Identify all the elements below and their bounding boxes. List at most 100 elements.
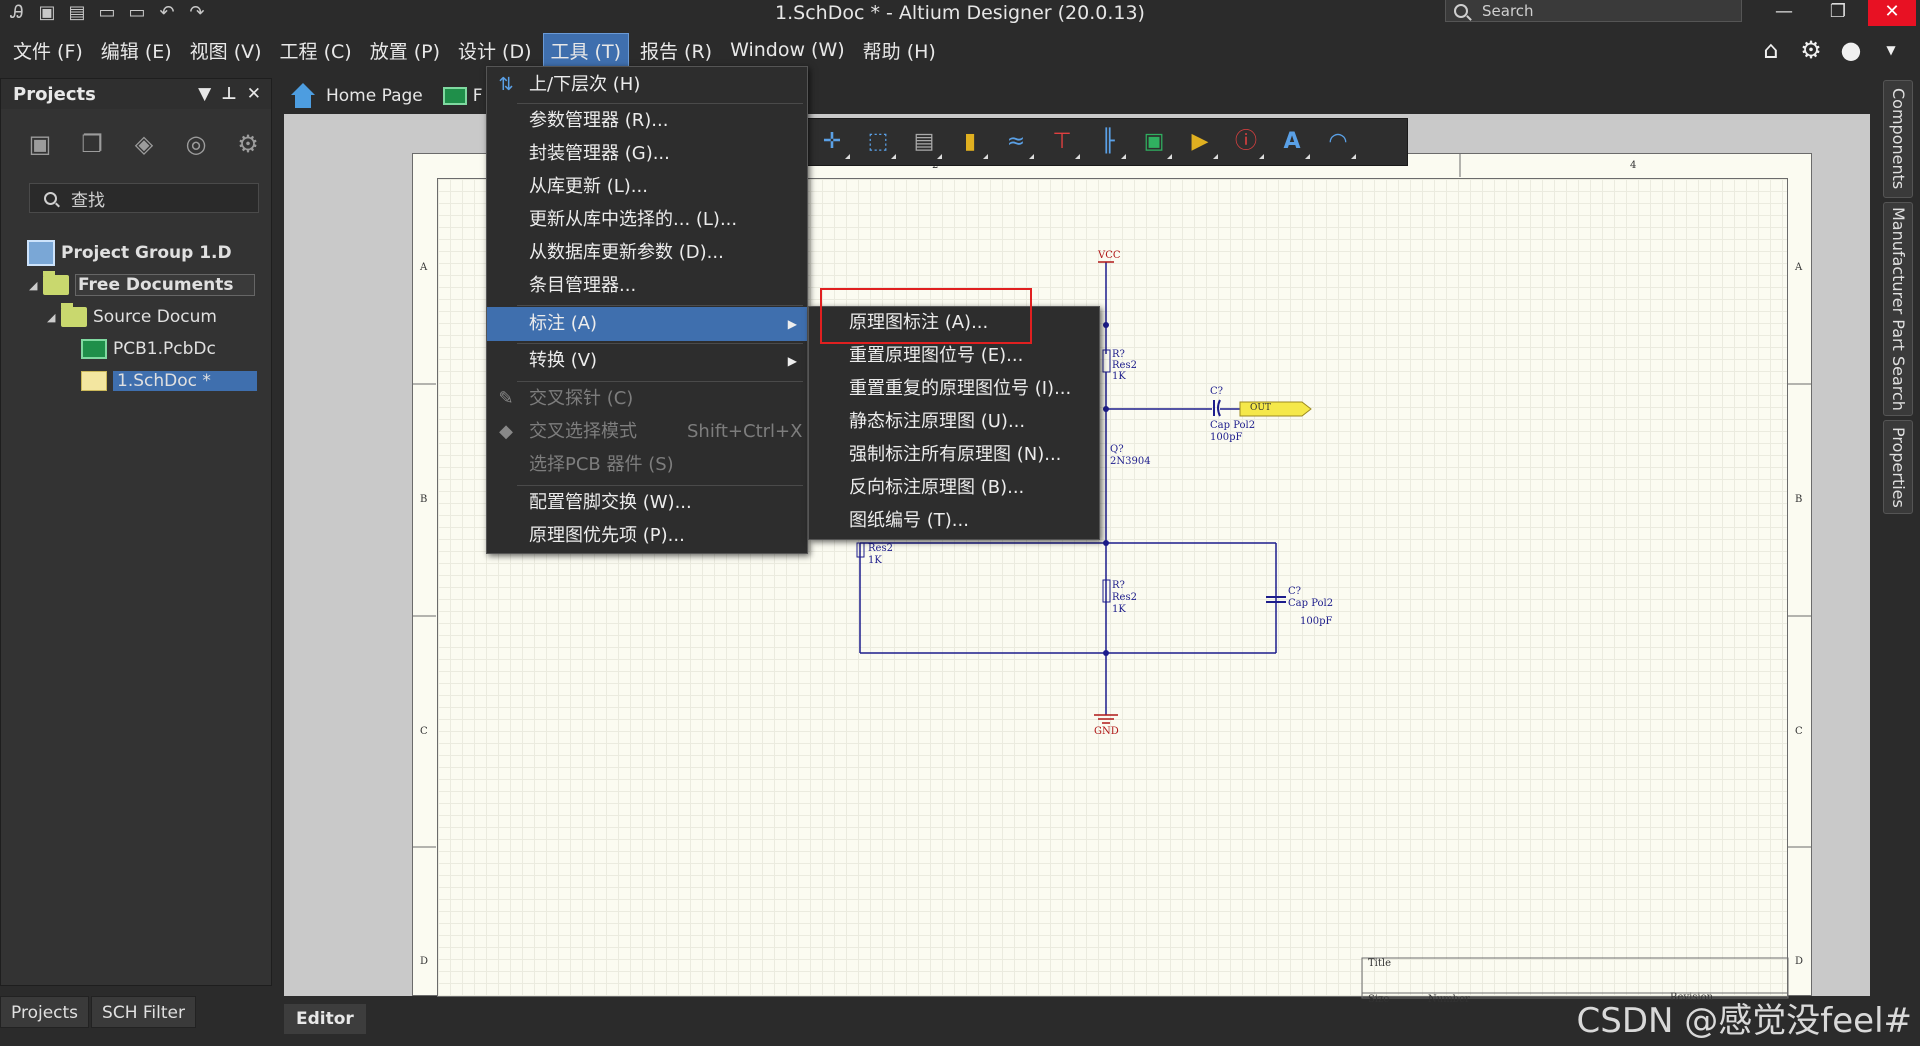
active-bar-toolbar: ✛ ⬚ ▤ ▮ ≈ ⊤ ╟ ▣ ▶ ⓘ A ◠ xyxy=(806,118,1408,166)
menu-item-back-annotate[interactable]: 反向标注原理图 (B)... xyxy=(809,472,1099,504)
watermark: CSDN @感觉没feel# xyxy=(1576,1001,1912,1041)
menu-separator xyxy=(517,485,803,486)
menu-item-annotate-quietly[interactable]: 静态标注原理图 (U)... xyxy=(809,406,1099,438)
designator-icon[interactable]: ▶ xyxy=(1181,123,1219,161)
menu-item-shortcut: Shift+Ctrl+X xyxy=(687,421,803,442)
title-block-title: Title xyxy=(1368,958,1392,969)
menu-item-label: 重置重复的原理图位号 (I)... xyxy=(849,378,1072,399)
menu-item-annotation[interactable]: 标注 (A) ▶ xyxy=(487,307,807,341)
sheet-symbol-icon[interactable]: ▣ xyxy=(1135,123,1173,161)
menu-separator xyxy=(517,381,803,382)
r2-value: Res2 xyxy=(1112,592,1137,603)
menu-item-label: 条目管理器... xyxy=(529,275,637,296)
power-port-icon[interactable]: ⊤ xyxy=(1043,123,1081,161)
menu-item-reset-duplicate-designators[interactable]: 重置重复的原理图位号 (I)... xyxy=(809,373,1099,405)
menu-item-label: 从数据库更新参数 (D)... xyxy=(529,242,724,263)
c1-value: Cap Pol2 xyxy=(1210,420,1256,431)
red-highlight-box xyxy=(820,288,1032,344)
menu-item-label: 参数管理器 (R)... xyxy=(529,110,669,131)
q1-value: 2N3904 xyxy=(1110,456,1151,467)
menu-item-number-sheets[interactable]: 图纸编号 (T)... xyxy=(809,505,1099,537)
menu-item-reset-designators[interactable]: 重置原理图位号 (E)... xyxy=(809,340,1099,372)
zone-right-c: C xyxy=(1795,726,1803,737)
tab-editor[interactable]: Editor xyxy=(284,1004,366,1034)
tab-manufacturer-part-search[interactable]: Manufacturer Part Search xyxy=(1883,202,1913,416)
place-part-icon[interactable]: ▮ xyxy=(951,123,989,161)
menu-item-convert[interactable]: 转换 (V) ▶ xyxy=(487,345,807,377)
menu-item-configure-pin-swapping[interactable]: 配置管脚交换 (W)... xyxy=(487,487,807,519)
menu-item-update-selected-from-library[interactable]: 更新从库中选择的... (L)... xyxy=(487,204,807,236)
menu-item-item-manager[interactable]: 条目管理器... xyxy=(487,270,807,302)
capacitor-c1-plate[interactable] xyxy=(1217,399,1221,417)
menu-item-label: 重置原理图位号 (E)... xyxy=(849,345,1024,366)
menu-separator xyxy=(517,103,803,104)
menu-item-label: 配置管脚交换 (W)... xyxy=(529,492,692,513)
zone-right-a: A xyxy=(1795,262,1803,273)
menu-item-parameter-manager[interactable]: 参数管理器 (R)... xyxy=(487,105,807,137)
tools-dropdown-menu: ⇅ 上/下层次 (H) 参数管理器 (R)... 封装管理器 (G)... 从库… xyxy=(486,66,808,554)
menu-item-label: 上/下层次 (H) xyxy=(529,74,641,95)
menu-item-hierarchy[interactable]: ⇅ 上/下层次 (H) xyxy=(487,69,807,101)
menu-item-label: 选择PCB 器件 (S) xyxy=(529,454,674,475)
menu-separator xyxy=(517,343,803,344)
select-icon[interactable]: ⬚ xyxy=(859,123,897,161)
menu-item-update-params-from-db[interactable]: 从数据库更新参数 (D)... xyxy=(487,237,807,269)
menu-item-label: 原理图优先项 (P)... xyxy=(529,525,685,546)
menu-item-label: 封装管理器 (G)... xyxy=(529,143,670,164)
menu-item-select-pcb-components[interactable]: 选择PCB 器件 (S) xyxy=(487,449,807,481)
junction xyxy=(1103,540,1109,546)
zone-left-c: C xyxy=(420,726,428,737)
title-block xyxy=(1361,957,1789,999)
menu-item-footprint-manager[interactable]: 封装管理器 (G)... xyxy=(487,138,807,170)
vcc-label: VCC xyxy=(1098,250,1121,261)
out-label: OUT xyxy=(1250,403,1271,413)
r1-resistance: 1K xyxy=(1112,371,1126,382)
q1-ref: Q? xyxy=(1110,444,1124,455)
junction xyxy=(1103,650,1109,656)
r2-resistance: 1K xyxy=(1112,604,1126,615)
zone-top-4: 4 xyxy=(1630,160,1637,171)
r3-value: Res2 xyxy=(868,543,893,554)
harness-icon[interactable]: ╟ xyxy=(1089,123,1127,161)
r1-value: Res2 xyxy=(1112,360,1137,371)
r3-resistance: 1K xyxy=(868,555,882,566)
arc-icon[interactable]: ◠ xyxy=(1319,123,1357,161)
tab-properties[interactable]: Properties xyxy=(1883,420,1913,514)
menu-separator xyxy=(517,305,803,306)
submenu-arrow-icon: ▶ xyxy=(787,354,797,368)
menu-item-label: 更新从库中选择的... (L)... xyxy=(529,209,738,230)
submenu-arrow-icon: ▶ xyxy=(787,317,797,331)
r2-ref: R? xyxy=(1112,580,1125,591)
c2-capacitance: 100pF xyxy=(1300,616,1333,627)
menu-item-label: 强制标注所有原理图 (N)... xyxy=(849,444,1062,465)
menu-item-label: 静态标注原理图 (U)... xyxy=(849,411,1026,432)
zone-right-b: B xyxy=(1795,494,1803,505)
r1-ref: R? xyxy=(1112,349,1125,360)
wire-icon[interactable]: ≈ xyxy=(997,123,1035,161)
move-icon[interactable]: ✛ xyxy=(813,123,851,161)
c2-ref: C? xyxy=(1288,586,1302,597)
c1-capacitance: 100pF xyxy=(1210,432,1243,443)
gnd-label: GND xyxy=(1094,726,1119,737)
align-icon[interactable]: ▤ xyxy=(905,123,943,161)
menu-item-cross-probe[interactable]: ✎ 交叉探针 (C) xyxy=(487,383,807,415)
menu-item-label: 反向标注原理图 (B)... xyxy=(849,477,1025,498)
menu-item-label: 转换 (V) xyxy=(529,350,598,371)
text-icon[interactable]: A xyxy=(1273,123,1311,161)
zone-left-b: B xyxy=(420,494,428,505)
directive-icon[interactable]: ⓘ xyxy=(1227,123,1265,161)
c1-ref: C? xyxy=(1210,386,1224,397)
menu-item-schematic-preferences[interactable]: 原理图优先项 (P)... xyxy=(487,520,807,552)
zone-left-a: A xyxy=(420,262,428,273)
menu-item-update-from-library[interactable]: 从库更新 (L)... xyxy=(487,171,807,203)
tab-components[interactable]: Components xyxy=(1883,80,1913,198)
menu-item-label: 图纸编号 (T)... xyxy=(849,510,969,531)
menu-item-label: 从库更新 (L)... xyxy=(529,176,648,197)
menu-item-force-annotate-all[interactable]: 强制标注所有原理图 (N)... xyxy=(809,439,1099,471)
c2-value: Cap Pol2 xyxy=(1288,598,1334,609)
junction xyxy=(1103,406,1109,412)
cross-select-icon: ◆ xyxy=(499,421,513,442)
zone-left-d: D xyxy=(420,956,429,967)
junction xyxy=(1103,322,1109,328)
menu-item-cross-select-mode[interactable]: ◆ 交叉选择模式 Shift+Ctrl+X xyxy=(487,416,807,448)
